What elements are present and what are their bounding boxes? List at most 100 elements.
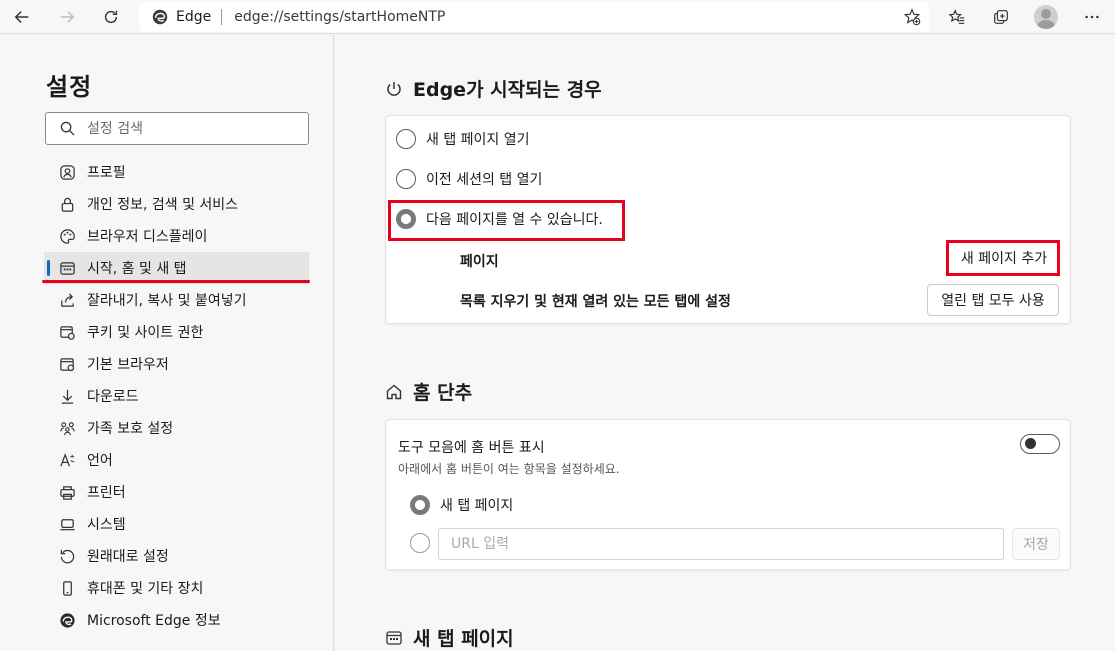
sidebar-item-label: 다운로드 <box>87 389 139 405</box>
sidebar-item-downloads[interactable]: 다운로드 <box>0 380 334 412</box>
radio-button-selected[interactable] <box>410 495 430 515</box>
phone-icon <box>58 579 76 597</box>
site-permissions-icon <box>58 323 76 341</box>
radio-label: 이전 세션의 탭 열기 <box>426 172 543 188</box>
radio-button[interactable] <box>396 129 416 149</box>
language-icon <box>58 451 76 469</box>
forward-button[interactable] <box>53 3 81 31</box>
sidebar-item-system[interactable]: 시스템 <box>0 508 334 540</box>
refresh-icon <box>104 10 118 24</box>
start-home-icon <box>58 259 76 277</box>
sidebar-item-label: Microsoft Edge 정보 <box>87 613 221 629</box>
edge-logo-icon <box>152 9 168 25</box>
sidebar-item-languages[interactable]: 언어 <box>0 444 334 476</box>
sidebar-item-printers[interactable]: 프린터 <box>0 476 334 508</box>
sidebar-item-label: 브라우저 디스플레이 <box>87 229 208 245</box>
sidebar-item-label: 시작, 홈 및 새 탭 <box>87 261 187 277</box>
use-all-open-tabs-button[interactable]: 열린 탭 모두 사용 <box>927 284 1059 316</box>
radio-label: 새 탭 페이지 <box>440 498 514 514</box>
newtab-section-title: 새 탭 페이지 <box>413 628 514 650</box>
favorites-button[interactable] <box>943 3 971 31</box>
sidebar-item-label: 프린터 <box>87 485 126 501</box>
radio-button[interactable] <box>396 169 416 189</box>
collections-button[interactable] <box>987 3 1015 31</box>
show-home-button-toggle[interactable] <box>1020 434 1060 454</box>
sidebar-item-label: 언어 <box>87 453 113 469</box>
newtab-section-heading: 새 탭 페이지 <box>385 624 514 651</box>
profile-avatar[interactable] <box>1034 5 1058 29</box>
newtab-icon <box>385 629 403 647</box>
home-option-custom-url[interactable] <box>410 533 430 553</box>
power-icon <box>385 80 403 98</box>
home-section-title: 홈 단추 <box>413 382 473 404</box>
active-item-red-underline <box>42 280 310 283</box>
sidebar-item-label: 원래대로 설정 <box>87 549 169 565</box>
settings-search-input[interactable] <box>87 120 287 137</box>
search-icon <box>60 121 75 136</box>
sidebar-item-label: 개인 정보, 검색 및 서비스 <box>87 197 239 213</box>
startup-card: 새 탭 페이지 열기 이전 세션의 탭 열기 다음 페이지를 열 수 있습니다.… <box>385 115 1071 324</box>
sidebar-item-appearance[interactable]: 브라우저 디스플레이 <box>0 220 334 252</box>
save-url-button[interactable]: 저장 <box>1012 528 1060 560</box>
edge-icon <box>58 611 76 629</box>
sidebar-item-profile[interactable]: 프로필 <box>0 156 334 188</box>
sidebar-item-label: 쿠키 및 사이트 권한 <box>87 325 204 341</box>
refresh-button[interactable] <box>97 3 125 31</box>
home-button-subtitle: 아래에서 홈 버튼이 여는 항목을 설정하세요. <box>398 462 620 476</box>
startup-section-title: Edge가 시작되는 경우 <box>413 79 602 101</box>
favorites-star-icon <box>948 9 965 24</box>
collections-icon <box>994 10 1008 24</box>
show-home-button-label: 도구 모음에 홈 버튼 표시 <box>398 440 545 456</box>
startup-option-newtab[interactable]: 새 탭 페이지 열기 <box>396 129 530 149</box>
home-icon <box>385 383 403 401</box>
reset-icon <box>58 547 76 565</box>
back-button[interactable] <box>8 3 36 31</box>
clear-and-set-label: 목록 지우기 및 현재 열려 있는 모든 탭에 설정 <box>460 294 731 310</box>
sidebar-item-about-edge[interactable]: Microsoft Edge 정보 <box>0 604 334 636</box>
default-browser-icon <box>58 355 76 373</box>
url-text[interactable]: edge://settings/startHomeNTP <box>234 9 445 25</box>
star-add-icon <box>903 8 921 26</box>
printer-icon <box>58 483 76 501</box>
more-menu-button[interactable] <box>1078 3 1106 31</box>
sidebar-item-label: 시스템 <box>87 517 126 533</box>
home-section-heading: 홈 단추 <box>385 378 472 405</box>
settings-nav: 프로필 개인 정보, 검색 및 서비스 브라우저 디스플레이 시작, 홈 및 새… <box>0 156 334 636</box>
sidebar-item-label: 휴대폰 및 기타 장치 <box>87 581 204 597</box>
sidebar-item-label: 가족 보호 설정 <box>87 421 174 437</box>
address-separator <box>221 9 223 25</box>
system-icon <box>58 515 76 533</box>
share-icon <box>58 291 76 309</box>
sidebar-item-phone-devices[interactable]: 휴대폰 및 기타 장치 <box>0 572 334 604</box>
add-favorite-button[interactable] <box>901 6 923 28</box>
specific-pages-highlight-box <box>388 200 625 241</box>
lock-icon <box>58 195 76 213</box>
home-url-input[interactable] <box>439 529 1003 559</box>
sidebar-item-privacy[interactable]: 개인 정보, 검색 및 서비스 <box>0 188 334 220</box>
settings-title: 설정 <box>46 73 93 101</box>
palette-icon <box>58 227 76 245</box>
family-icon <box>58 419 76 437</box>
address-bar[interactable]: Edge edge://settings/startHomeNTP <box>139 2 929 32</box>
sidebar-item-cookies[interactable]: 쿠키 및 사이트 권한 <box>0 316 334 348</box>
profile-icon <box>58 163 76 181</box>
startup-option-previous-session[interactable]: 이전 세션의 탭 열기 <box>396 169 542 189</box>
sidebar-item-label: 기본 브라우저 <box>87 357 169 373</box>
sidebar-item-share-copy-paste[interactable]: 잘라내기, 복사 및 붙여넣기 <box>0 284 334 316</box>
startup-section-heading: Edge가 시작되는 경우 <box>385 75 602 102</box>
download-icon <box>58 387 76 405</box>
add-page-highlight-box <box>946 240 1060 276</box>
settings-search-box[interactable] <box>45 112 309 145</box>
radio-button[interactable] <box>410 533 430 553</box>
settings-sidebar: 설정 프로필 개인 정보, 검색 및 서비스 브라우저 디스플레이 시작, 홈 … <box>0 35 334 651</box>
home-option-newtab[interactable]: 새 탭 페이지 <box>410 495 513 515</box>
sidebar-item-family[interactable]: 가족 보호 설정 <box>0 412 334 444</box>
home-url-field[interactable] <box>438 528 1004 560</box>
settings-main-content: Edge가 시작되는 경우 새 탭 페이지 열기 이전 세션의 탭 열기 다음 … <box>335 35 1115 651</box>
sidebar-item-reset[interactable]: 원래대로 설정 <box>0 540 334 572</box>
browser-toolbar: Edge edge://settings/startHomeNTP <box>0 0 1115 34</box>
sidebar-item-default-browser[interactable]: 기본 브라우저 <box>0 348 334 380</box>
more-dots-icon <box>1085 15 1099 19</box>
radio-label: 새 탭 페이지 열기 <box>426 132 530 148</box>
site-label: Edge <box>176 9 212 25</box>
